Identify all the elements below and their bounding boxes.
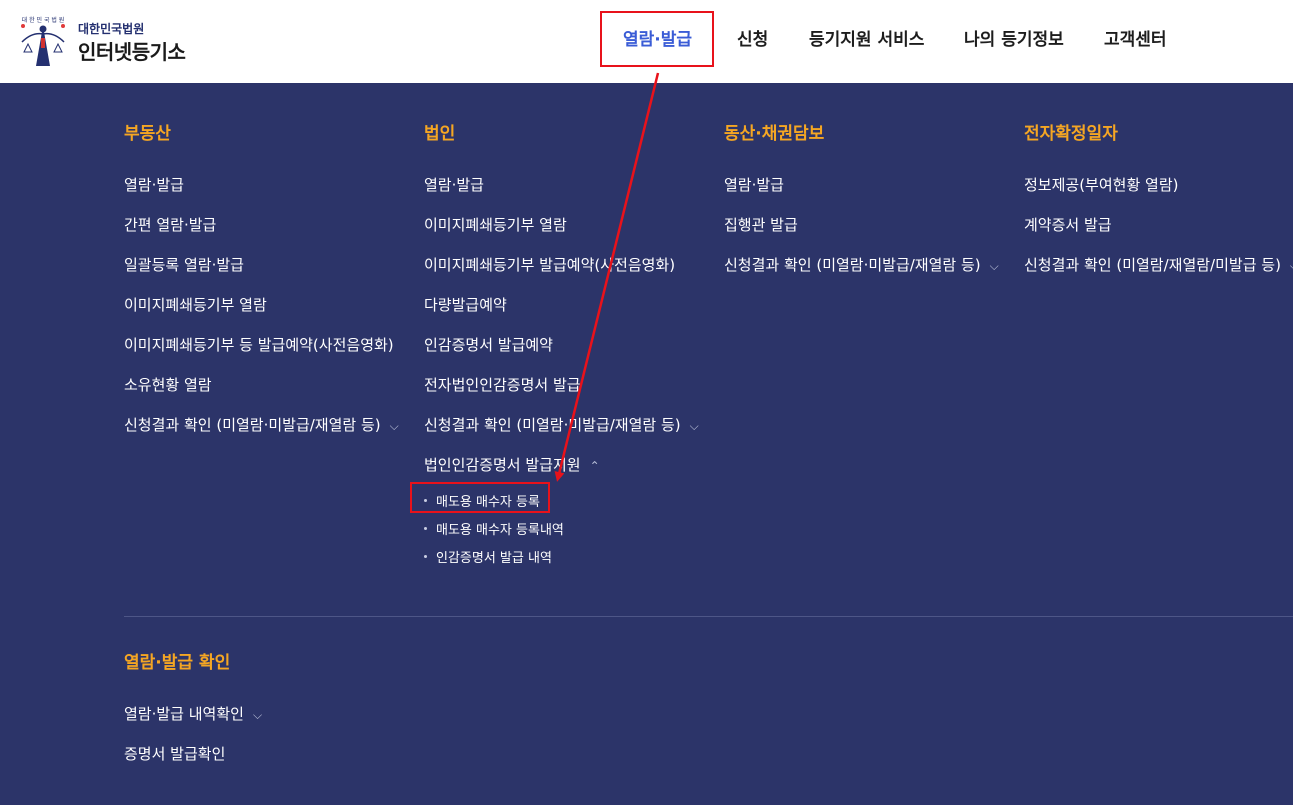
section-title-movable-assets: 동산·채권담보 bbox=[724, 124, 825, 144]
nav-item-my-registry[interactable]: 나의 등기정보 bbox=[964, 25, 1064, 50]
submenu-link[interactable]: 인감증명서 발급 내역 bbox=[424, 547, 552, 566]
menu-link[interactable]: 이미지폐쇄등기부 열람 bbox=[124, 294, 267, 315]
menu-link-expandable[interactable]: 신청결과 확인 (미열람/재열람/미발급 등)⌵ bbox=[1024, 254, 1293, 275]
menu-link-expandable[interactable]: 신청결과 확인 (미열람·미발급/재열람 등) ⌵ bbox=[724, 254, 999, 275]
annotation-highlight-box bbox=[600, 11, 714, 67]
menu-link-expandable[interactable]: 열람·발급 내역확인 ⌵ bbox=[124, 703, 262, 724]
nav-item-apply[interactable]: 신청 bbox=[737, 25, 768, 50]
menu-link[interactable]: 열람·발급 bbox=[124, 174, 184, 195]
section-title-issue-confirm: 열람·발급 확인 bbox=[124, 653, 231, 673]
submenu-link[interactable]: 매도용 매수자 등록내역 bbox=[424, 519, 564, 538]
global-nav: 열람·발급 신청 등기지원 서비스 나의 등기정보 고객센터 bbox=[0, 0, 1293, 83]
menu-link-label: 신청결과 확인 (미열람·미발급/재열람 등) bbox=[424, 416, 681, 434]
menu-link-label: 신청결과 확인 (미열람/재열람/미발급 등) bbox=[1024, 256, 1281, 274]
menu-link[interactable]: 이미지폐쇄등기부 열람 bbox=[424, 214, 567, 235]
menu-link[interactable]: 계약증서 발급 bbox=[1024, 214, 1112, 235]
menu-link-expanded[interactable]: 법인인감증명서 발급지원 ⌃ bbox=[424, 454, 600, 475]
chevron-down-icon: ⌵ bbox=[389, 419, 399, 433]
section-title-e-fixed-date: 전자확정일자 bbox=[1024, 124, 1118, 144]
chevron-down-icon: ⌵ bbox=[989, 259, 999, 273]
menu-link[interactable]: 집행관 발급 bbox=[724, 214, 798, 235]
bullet-icon bbox=[424, 555, 427, 558]
menu-link-label: 신청결과 확인 (미열람·미발급/재열람 등) bbox=[724, 256, 981, 274]
menu-link-expandable[interactable]: 신청결과 확인 (미열람·미발급/재열람 등) ⌵ bbox=[424, 414, 699, 435]
menu-link[interactable]: 열람·발급 bbox=[724, 174, 784, 195]
nav-item-customer-center[interactable]: 고객센터 bbox=[1104, 25, 1167, 50]
menu-link[interactable]: 다량발급예약 bbox=[424, 294, 507, 315]
menu-link[interactable]: 증명서 발급확인 bbox=[124, 743, 225, 764]
menu-link[interactable]: 정보제공(부여현황 열람) bbox=[1024, 174, 1178, 195]
menu-link[interactable]: 이미지폐쇄등기부 발급예약(사전음영화) bbox=[424, 254, 675, 275]
chevron-up-icon: ⌃ bbox=[589, 459, 600, 473]
annotation-highlight-box bbox=[410, 482, 550, 513]
nav-item-registry-support[interactable]: 등기지원 서비스 bbox=[809, 25, 924, 50]
chevron-down-icon: ⌵ bbox=[252, 708, 263, 722]
menu-link-label: 신청결과 확인 (미열람·미발급/재열람 등) bbox=[124, 416, 381, 434]
menu-link-expandable[interactable]: 신청결과 확인 (미열람·미발급/재열람 등) ⌵ bbox=[124, 414, 399, 435]
menu-link-label: 법인인감증명서 발급지원 bbox=[424, 456, 581, 474]
menu-link[interactable]: 열람·발급 bbox=[424, 174, 484, 195]
submenu-label: 인감증명서 발급 내역 bbox=[436, 551, 552, 566]
section-title-corporation: 법인 bbox=[424, 124, 456, 144]
menu-link[interactable]: 인감증명서 발급예약 bbox=[424, 334, 553, 355]
menu-link[interactable]: 일괄등록 열람·발급 bbox=[124, 254, 244, 275]
menu-link-label: 열람·발급 내역확인 bbox=[124, 705, 244, 723]
section-divider bbox=[124, 616, 1293, 617]
bullet-icon bbox=[424, 527, 427, 530]
submenu-label: 매도용 매수자 등록내역 bbox=[436, 523, 564, 538]
menu-link[interactable]: 이미지폐쇄등기부 등 발급예약(사전음영화) bbox=[124, 334, 394, 355]
chevron-down-icon: ⌵ bbox=[689, 419, 699, 433]
section-title-real-estate: 부동산 bbox=[124, 124, 171, 144]
menu-link[interactable]: 소유현황 열람 bbox=[124, 374, 212, 395]
menu-link[interactable]: 전자법인인감증명서 발급 bbox=[424, 374, 581, 395]
menu-link[interactable]: 간편 열람·발급 bbox=[124, 214, 216, 235]
site-header: 대 한 민 국 법 원 대한민국법원 인터넷등기소 열람·발급 신청 등기지원 … bbox=[0, 0, 1293, 83]
